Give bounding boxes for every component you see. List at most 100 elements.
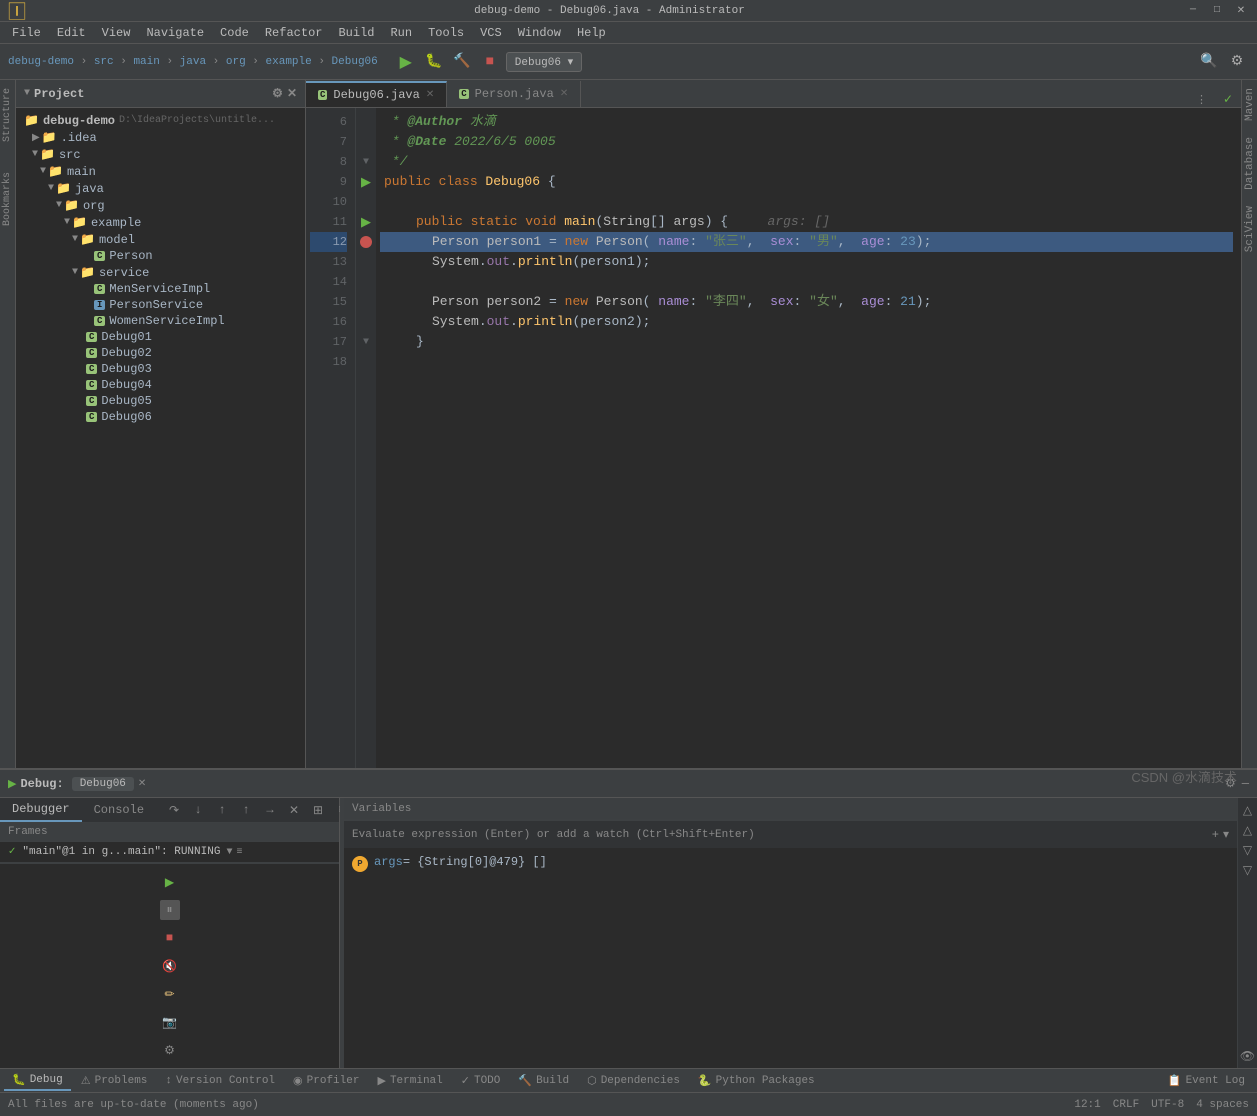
run-config-selector[interactable]: Debug06 ▾ (506, 52, 582, 72)
menu-item-code[interactable]: Code (212, 24, 257, 42)
bottom-tab-dependencies[interactable]: ⬡ Dependencies (579, 1072, 688, 1090)
tree-root[interactable]: 📁 debug-demo D:\IdeaProjects\untitle... (16, 112, 305, 129)
menu-item-run[interactable]: Run (382, 24, 420, 42)
database-label[interactable]: Database (1242, 129, 1257, 198)
tree-debug05[interactable]: C Debug05 (16, 393, 305, 409)
debug-step-out[interactable]: ↑ (212, 800, 232, 820)
bottom-tab-python[interactable]: 🐍 Python Packages (690, 1072, 823, 1090)
debug-step-into[interactable]: ↓ (188, 800, 208, 820)
bottom-tab-profiler[interactable]: ◉ Profiler (285, 1072, 367, 1090)
menu-item-tools[interactable]: Tools (420, 24, 472, 42)
resume-btn[interactable]: ▶ (160, 872, 180, 892)
run-button[interactable]: ▶ (394, 50, 418, 74)
tab-debug06-close[interactable]: ✕ (426, 89, 434, 101)
panel-settings-icon[interactable]: ⚙ (272, 86, 283, 101)
tree-main[interactable]: ▼ 📁 main (16, 163, 305, 180)
code-editor[interactable]: 6 7 8 9 10 11 12 13 14 15 16 17 18 ▼ (306, 108, 1241, 768)
bottom-tab-todo[interactable]: ✓ TODO (453, 1072, 509, 1090)
side-btn-down1[interactable]: ▽ (1240, 842, 1256, 858)
tab-overflow-icon[interactable]: ⋮ (1196, 93, 1207, 107)
debug-tab-close[interactable]: ✕ (138, 778, 146, 790)
tab-console[interactable]: Console (82, 799, 156, 821)
side-btn-down2[interactable]: ▽ (1240, 862, 1256, 878)
settings-side-btn[interactable]: ⚙ (160, 1040, 180, 1060)
sciview-label[interactable]: SciView (1242, 198, 1257, 260)
thread-settings-icon[interactable]: ≡ (236, 847, 242, 858)
tree-debug01[interactable]: C Debug01 (16, 329, 305, 345)
side-btn-up2[interactable]: △ (1240, 822, 1256, 838)
debug-button[interactable]: 🐛 (422, 50, 446, 74)
debug-config-tab[interactable]: Debug06 (72, 777, 134, 791)
code-content[interactable]: * @Author 水滴 * @Date 2022/6/5 0005 */ pu… (376, 108, 1241, 768)
thread-row[interactable]: ✓ "main"@1 in g...main": RUNNING ▼ ≡ (0, 842, 339, 863)
bottom-tab-debug[interactable]: 🐛 Debug (4, 1071, 71, 1091)
debug-evaluate[interactable]: → (260, 800, 280, 820)
eval-dropdown-icon[interactable]: ▾ (1223, 827, 1229, 842)
side-btn-eye[interactable]: 👁 (1240, 1048, 1256, 1064)
menu-item-view[interactable]: View (94, 24, 139, 42)
stop-btn[interactable]: ■ (160, 928, 180, 948)
tree-example[interactable]: ▼ 📁 example (16, 214, 305, 231)
menu-item-refactor[interactable]: Refactor (257, 24, 331, 42)
debug-run-to-cursor[interactable]: ↑ (236, 800, 256, 820)
debug-grid[interactable]: ⊞ (308, 800, 328, 820)
tree-model[interactable]: ▼ 📁 model (16, 231, 305, 248)
run-arrow-9[interactable]: ▶ (361, 175, 371, 190)
structure-label[interactable]: Structure (2, 84, 13, 146)
tree-java[interactable]: ▼ 📁 java (16, 180, 305, 197)
tree-service[interactable]: ▼ 📁 service (16, 264, 305, 281)
pause-btn[interactable]: ⏸ (160, 900, 180, 920)
settings-button[interactable]: ⚙ (1225, 50, 1249, 74)
bookmarks-label[interactable]: Bookmarks (2, 168, 13, 230)
menu-item-window[interactable]: Window (510, 24, 569, 42)
bottom-tab-event-log[interactable]: 📋 Event Log (1160, 1072, 1253, 1090)
menu-item-edit[interactable]: Edit (49, 24, 94, 42)
menu-item-file[interactable]: File (4, 24, 49, 42)
breakpoint-12[interactable] (360, 236, 372, 248)
tree-src[interactable]: ▼ 📁 src (16, 146, 305, 163)
menu-item-vcs[interactable]: VCS (472, 24, 510, 42)
search-everywhere-button[interactable]: 🔍 (1197, 50, 1221, 74)
tree-men-service[interactable]: C MenServiceImpl (16, 281, 305, 297)
eval-add-icon[interactable]: + (1212, 828, 1219, 842)
var-item-args[interactable]: P args = {String[0]@479} [] (344, 852, 1237, 875)
tab-person-close[interactable]: ✕ (560, 88, 568, 100)
maven-label[interactable]: Maven (1242, 80, 1257, 129)
edit-btn[interactable]: ✏ (160, 984, 180, 1004)
tree-debug06[interactable]: C Debug06 (16, 409, 305, 425)
tree-women-service[interactable]: C WomenServiceImpl (16, 313, 305, 329)
menu-item-navigate[interactable]: Navigate (138, 24, 212, 42)
tree-idea[interactable]: ▶ 📁 .idea (16, 129, 305, 146)
bottom-tab-problems[interactable]: ⚠ Problems (73, 1072, 156, 1090)
fold-icon-8[interactable]: ▼ (363, 157, 369, 168)
menu-item-build[interactable]: Build (330, 24, 382, 42)
panel-close-icon[interactable]: ✕ (287, 86, 297, 101)
debug-resume[interactable]: ✕ (284, 800, 304, 820)
tree-debug02[interactable]: C Debug02 (16, 345, 305, 361)
minimize-button[interactable]: ─ (1185, 3, 1201, 19)
menu-item-help[interactable]: Help (569, 24, 614, 42)
build-button[interactable]: 🔨 (450, 50, 474, 74)
run-arrow-11[interactable]: ▶ (361, 215, 371, 230)
tree-debug04[interactable]: C Debug04 (16, 377, 305, 393)
tree-org[interactable]: ▼ 📁 org (16, 197, 305, 214)
close-button[interactable]: ✕ (1233, 3, 1249, 19)
mute-btn[interactable]: 🔇 (160, 956, 180, 976)
thread-filter-icon[interactable]: ▼ (226, 847, 232, 858)
tree-person[interactable]: C Person (16, 248, 305, 264)
fold-icon-17[interactable]: ▼ (363, 337, 369, 348)
bottom-tab-vcs[interactable]: ↕ Version Control (157, 1073, 283, 1089)
camera-btn[interactable]: 📷 (160, 1012, 180, 1032)
eval-bar[interactable]: Evaluate expression (Enter) or add a wat… (344, 820, 1237, 848)
tree-person-service[interactable]: I PersonService (16, 297, 305, 313)
tree-debug03[interactable]: C Debug03 (16, 361, 305, 377)
bottom-tab-build[interactable]: 🔨 Build (510, 1072, 577, 1090)
bottom-tab-terminal[interactable]: ▶ Terminal (369, 1072, 450, 1090)
tab-debug06[interactable]: C Debug06.java ✕ (306, 81, 447, 107)
debug-step-over[interactable]: ↷ (164, 800, 184, 820)
debug-minimize-icon[interactable]: ─ (1242, 777, 1249, 791)
maximize-button[interactable]: □ (1209, 3, 1225, 19)
tab-person[interactable]: C Person.java ✕ (447, 81, 581, 107)
tab-debugger[interactable]: Debugger (0, 798, 82, 822)
stop-button[interactable]: ■ (478, 50, 502, 74)
